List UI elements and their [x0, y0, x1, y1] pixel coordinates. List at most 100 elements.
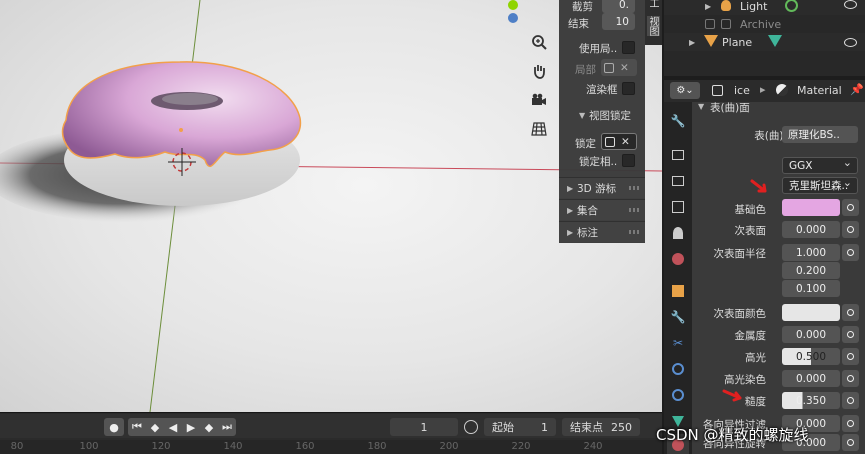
grid-perspective-icon[interactable]: [527, 117, 551, 141]
view-layer-tab-icon[interactable]: [667, 196, 689, 218]
checkbox-icon[interactable]: [705, 19, 715, 29]
outliner-row-archive[interactable]: Archive: [664, 15, 865, 33]
surface-shader-field[interactable]: 原理化BS..: [782, 126, 858, 143]
collection-section[interactable]: ▶ 集合: [559, 199, 645, 220]
scene-tab-icon[interactable]: [667, 222, 689, 244]
local-camera-picker[interactable]: ✕: [601, 59, 637, 76]
roughness-field[interactable]: 0.350: [782, 392, 840, 409]
play-button[interactable]: ▶: [182, 418, 200, 436]
tab-tool[interactable]: 工: [647, 0, 660, 8]
jump-end-button[interactable]: ⏭: [218, 418, 236, 436]
jump-start-button[interactable]: ⏮: [128, 418, 146, 436]
lock-object-picker[interactable]: ✕: [601, 133, 637, 150]
specular-link-button[interactable]: [842, 348, 859, 365]
clear-x-icon[interactable]: ✕: [621, 136, 630, 148]
tab-view[interactable]: 视图: [647, 16, 660, 36]
metallic-link-button[interactable]: [842, 326, 859, 343]
play-reverse-button[interactable]: ◀: [164, 418, 182, 436]
drag-handle-icon[interactable]: [629, 230, 639, 234]
output-tab-icon[interactable]: [667, 170, 689, 192]
next-keyframe-button[interactable]: ◆: [200, 418, 218, 436]
ruler-tick: 240: [583, 441, 603, 452]
frame-ruler[interactable]: 80 100 120 140 160 180 200 220 240: [0, 440, 662, 454]
subsurface-color-swatch[interactable]: [782, 304, 840, 321]
pan-hand-icon[interactable]: [527, 59, 551, 83]
outliner-row-light[interactable]: ▶ Light: [664, 0, 865, 15]
anisotropic-rotation-link-button[interactable]: [842, 434, 859, 451]
physics-tab-icon[interactable]: [667, 358, 689, 380]
subsurface-link-button[interactable]: [842, 221, 859, 238]
render-tab-icon[interactable]: [667, 144, 689, 166]
clear-x-icon[interactable]: ✕: [620, 62, 629, 74]
end-field[interactable]: 10: [602, 13, 635, 30]
view-lock-section[interactable]: ▼ 视图锁定: [559, 105, 645, 126]
distribution-dropdown[interactable]: GGX: [782, 156, 858, 174]
roughness-link-button[interactable]: [842, 392, 859, 409]
object-tab-icon[interactable]: [667, 280, 689, 302]
camera-object-icon: [604, 62, 614, 73]
outliner-row-plane[interactable]: ▶ Plane: [664, 33, 865, 51]
surface-label: 表(曲)面: [754, 130, 794, 142]
metallic-field[interactable]: 0.000: [782, 326, 840, 343]
subsurface-radius-x[interactable]: 1.000: [782, 244, 840, 261]
eye-icon[interactable]: [844, 0, 857, 9]
object-origin: [179, 128, 183, 132]
subsurface-color-link-button[interactable]: [842, 304, 859, 321]
lock-label: 锁定: [575, 138, 596, 150]
ruler-tick: 220: [511, 441, 531, 452]
zoom-icon[interactable]: [527, 30, 551, 54]
gizmo-z-dot[interactable]: [508, 13, 518, 23]
prev-keyframe-button[interactable]: ◆: [146, 418, 164, 436]
subsurface-radius-z[interactable]: 0.100: [782, 280, 840, 297]
expand-right-icon[interactable]: ▶: [689, 38, 695, 47]
metallic-label: 金属度: [734, 330, 767, 342]
clip-end-label: 截剪: [572, 1, 593, 13]
record-button[interactable]: ●: [104, 418, 124, 436]
drag-handle-icon[interactable]: [629, 186, 639, 190]
3d-cursor-section[interactable]: ▶ 3D 游标: [559, 177, 645, 198]
annotation-arrow-icon: [750, 179, 767, 193]
gizmo-y-dot[interactable]: [508, 0, 518, 10]
use-local-camera-label: 使用局..: [579, 43, 618, 55]
annotation-section[interactable]: ▶ 标注: [559, 221, 645, 242]
anisotropic-link-button[interactable]: [842, 415, 859, 432]
particles-tab-icon[interactable]: ✂: [667, 332, 689, 354]
subsurface-radius-y[interactable]: 0.200: [782, 262, 840, 279]
start-frame-field[interactable]: 起始 1: [484, 418, 556, 436]
specular-field[interactable]: 0.500: [782, 348, 840, 365]
modifier-tab-icon[interactable]: 🔧: [667, 306, 689, 328]
camera-icon[interactable]: [527, 88, 551, 112]
collection-box-icon: [721, 19, 731, 29]
specular-tint-link-button[interactable]: [842, 370, 859, 387]
ruler-tick: 180: [367, 441, 387, 452]
clip-end-field[interactable]: 0.: [602, 0, 635, 13]
end-label: 结束: [568, 18, 589, 30]
lock-to-camera-checkbox[interactable]: [622, 154, 635, 167]
constraints-tab-icon[interactable]: [667, 384, 689, 406]
specular-tint-field[interactable]: 0.000: [782, 370, 840, 387]
editor-type-button[interactable]: ⚙⌄: [670, 82, 700, 99]
end-frame-field[interactable]: 结束点 250: [562, 418, 640, 436]
base-color-swatch[interactable]: [782, 199, 840, 216]
outliner-item-label: Light: [740, 0, 768, 13]
pin-icon[interactable]: 📌: [850, 83, 864, 96]
donut-icing: [61, 61, 302, 167]
base-color-label: 基础色: [734, 204, 767, 216]
use-local-camera-checkbox[interactable]: [622, 41, 635, 54]
start-label: 起始: [492, 421, 514, 434]
base-color-link-button[interactable]: [842, 199, 859, 216]
subsurface-method-dropdown[interactable]: 克里斯坦森..: [782, 176, 858, 194]
eye-icon[interactable]: [844, 38, 857, 47]
expand-right-icon[interactable]: ▶: [705, 2, 711, 11]
subsurface-field[interactable]: 0.000: [782, 221, 840, 238]
view-lock-title: 视图锁定: [589, 110, 631, 122]
collapse-down-icon[interactable]: ▼: [698, 102, 704, 111]
current-frame-field[interactable]: 1: [390, 418, 458, 436]
subsurface-radius-link-button[interactable]: [842, 244, 859, 261]
render-region-checkbox[interactable]: [622, 82, 635, 95]
tool-tab-icon[interactable]: 🔧: [667, 110, 689, 132]
subsurface-radius-label: 次表面半径: [713, 248, 767, 260]
world-tab-icon[interactable]: [667, 248, 689, 270]
stopwatch-icon[interactable]: [464, 420, 478, 434]
drag-handle-icon[interactable]: [629, 208, 639, 212]
